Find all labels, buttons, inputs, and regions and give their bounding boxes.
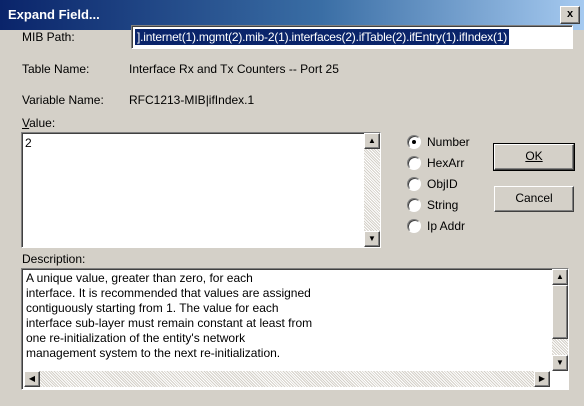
expand-field-dialog: Expand Field... x MIB Path: ].internet(1… xyxy=(0,0,584,406)
radio-ipaddr-circle[interactable] xyxy=(407,219,421,233)
value-text: 2 xyxy=(25,136,32,150)
description-label: Description: xyxy=(22,252,86,266)
mib-path-field[interactable]: ].internet(1).mgmt(2).mib-2(1).interface… xyxy=(131,25,573,49)
desc-scroll-left-button[interactable]: ◀ xyxy=(24,371,40,387)
ok-button[interactable]: OK xyxy=(493,143,575,171)
value-vertical-scrollbar[interactable]: ▲ ▼ xyxy=(364,133,380,247)
value-label: Value: xyxy=(22,116,56,130)
desc-scroll-right-button[interactable]: ▶ xyxy=(534,371,550,387)
ok-button-label: OK xyxy=(525,149,543,163)
table-name-value: Interface Rx and Tx Counters -- Port 25 xyxy=(129,62,339,76)
desc-scroll-down-button[interactable]: ▼ xyxy=(552,355,568,371)
scroll-down-button[interactable]: ▼ xyxy=(364,231,380,247)
description-vertical-scrollbar[interactable]: ▲ ▼ xyxy=(552,269,568,371)
radio-number[interactable]: Number xyxy=(407,135,470,149)
cancel-button[interactable]: Cancel xyxy=(494,186,574,212)
variable-name-value: RFC1213-MIB|ifIndex.1 xyxy=(129,93,255,107)
window-title: Expand Field... xyxy=(8,7,100,22)
radio-objid-label: ObjID xyxy=(427,177,458,191)
radio-string-circle[interactable] xyxy=(407,198,421,212)
mib-path-label: MIB Path: xyxy=(22,30,75,44)
radio-ipaddr-label: Ip Addr xyxy=(427,219,466,233)
description-text: A unique value, greater than zero, for e… xyxy=(26,271,313,360)
radio-objid-circle[interactable] xyxy=(407,177,421,191)
description-horizontal-scrollbar[interactable]: ◀ ▶ xyxy=(24,371,550,387)
radio-number-label: Number xyxy=(427,135,470,149)
desc-scroll-up-button[interactable]: ▲ xyxy=(552,269,568,285)
description-textarea[interactable]: A unique value, greater than zero, for e… xyxy=(21,268,569,390)
radio-hexarr-circle[interactable] xyxy=(407,156,421,170)
variable-name-label: Variable Name: xyxy=(22,93,104,107)
radio-string-label: String xyxy=(427,198,459,212)
radio-objid[interactable]: ObjID xyxy=(407,177,458,191)
radio-ipaddr[interactable]: Ip Addr xyxy=(407,219,465,233)
desc-scroll-thumb[interactable] xyxy=(552,285,568,339)
radio-number-circle[interactable] xyxy=(407,135,421,149)
value-textarea[interactable]: 2 ▲ ▼ xyxy=(21,132,381,248)
close-button[interactable]: x xyxy=(560,6,580,24)
radio-string[interactable]: String xyxy=(407,198,458,212)
radio-hexarr[interactable]: HexArr xyxy=(407,156,464,170)
radio-hexarr-label: HexArr xyxy=(427,156,465,170)
mib-path-value: ].internet(1).mgmt(2).mib-2(1).interface… xyxy=(135,29,510,45)
table-name-label: Table Name: xyxy=(22,62,90,76)
scroll-up-button[interactable]: ▲ xyxy=(364,133,380,149)
